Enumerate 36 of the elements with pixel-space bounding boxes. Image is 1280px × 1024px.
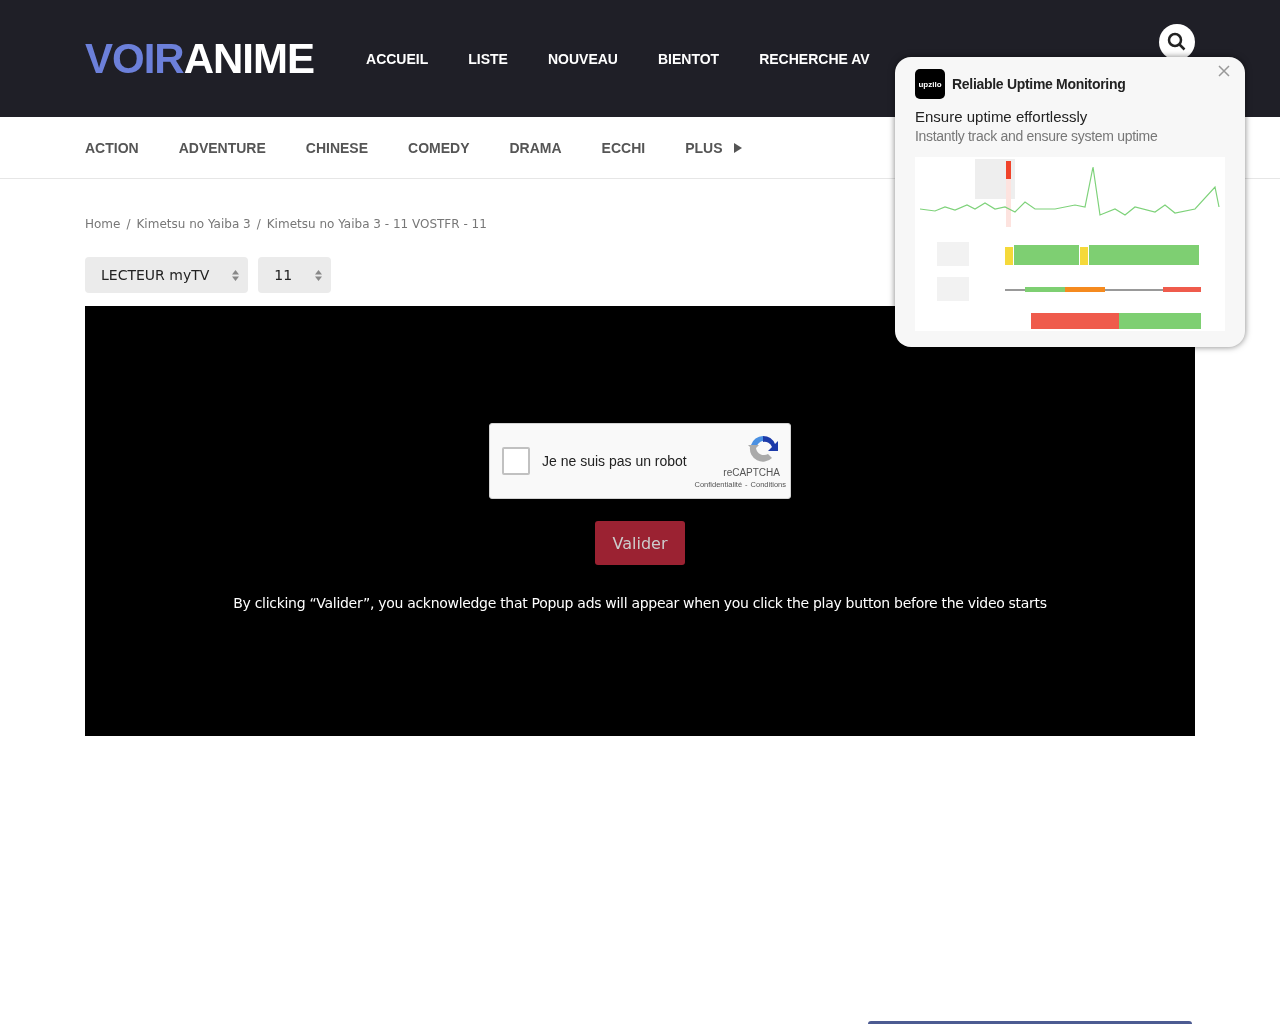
nav-link[interactable]: LISTE bbox=[468, 50, 508, 67]
search-button[interactable] bbox=[1159, 23, 1195, 60]
ad-headline: Ensure uptime effortlessly bbox=[915, 108, 1089, 125]
more-genres-link[interactable]: PLUS bbox=[685, 139, 743, 156]
triangle-icon bbox=[732, 141, 743, 154]
genre-link[interactable]: ACTION bbox=[85, 139, 139, 156]
player-select[interactable]: 11 bbox=[258, 257, 332, 293]
nav-link[interactable]: NOUVEAU bbox=[547, 50, 618, 67]
captcha-label: Je ne suis pas un robot bbox=[542, 453, 687, 469]
ad-logo: upzilo bbox=[915, 69, 945, 99]
breadcrumb-separator: / bbox=[126, 217, 131, 231]
nav-link[interactable]: RECHERCHE AV bbox=[759, 50, 870, 67]
genre-link[interactable]: DRAMA bbox=[509, 139, 562, 156]
sort-arrows-icon bbox=[231, 268, 241, 282]
breadcrumb-link[interactable]: Kimetsu no Yaiba 3 - 11 VOSTFR - 11 bbox=[266, 217, 487, 231]
close-icon[interactable] bbox=[1218, 65, 1230, 77]
site-logo[interactable]: VOIRANIME bbox=[85, 34, 315, 83]
player-select[interactable]: LECTEUR myTV bbox=[85, 257, 249, 293]
genre-link[interactable]: CHINESE bbox=[305, 139, 369, 156]
breadcrumb-link[interactable]: Home bbox=[85, 217, 121, 231]
nav-link[interactable]: BIENTOT bbox=[657, 50, 720, 67]
captcha-checkbox[interactable] bbox=[502, 447, 530, 475]
breadcrumb-separator: / bbox=[256, 217, 261, 231]
ad-title: Reliable Uptime Monitoring bbox=[952, 76, 1126, 92]
recaptcha-icon bbox=[746, 433, 780, 465]
genre-link[interactable]: ADVENTURE bbox=[178, 139, 266, 156]
genre-link[interactable]: ECCHI bbox=[601, 139, 646, 156]
breadcrumb-link[interactable]: Kimetsu no Yaiba 3 bbox=[136, 217, 251, 231]
ad-text: Instantly track and ensure system uptime bbox=[915, 128, 1159, 144]
search-icon bbox=[1167, 31, 1187, 52]
popup-notice: By clicking “Valider”, you acknowledge that Popup ads will appear when you click the play button before the video starts bbox=[233, 595, 1047, 611]
sort-arrows-icon bbox=[314, 268, 324, 282]
recaptcha-label: reCAPTCHA bbox=[723, 467, 780, 478]
nav-link[interactable]: ACCUEIL bbox=[366, 50, 429, 67]
genre-link[interactable]: COMEDY bbox=[408, 139, 470, 156]
submit-button[interactable]: Valider bbox=[594, 521, 686, 565]
